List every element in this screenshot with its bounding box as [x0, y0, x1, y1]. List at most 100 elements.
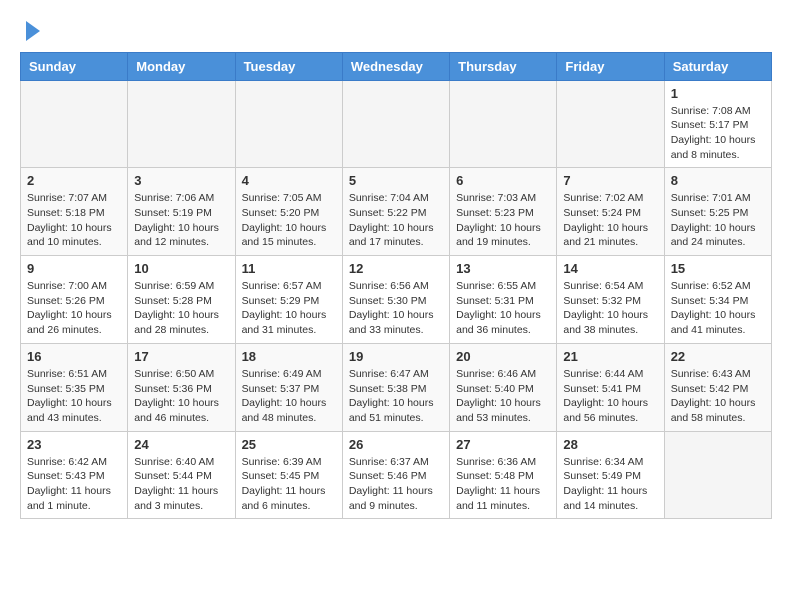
day-info: Sunrise: 6:56 AM Sunset: 5:30 PM Dayligh… [349, 279, 443, 338]
weekday-header-sunday: Sunday [21, 52, 128, 80]
calendar-cell: 18 Sunrise: 6:49 AM Sunset: 5:37 PM Dayli… [235, 343, 342, 431]
day-number: 5 [349, 173, 443, 188]
day-number: 23 [27, 437, 121, 452]
weekday-header-friday: Friday [557, 52, 664, 80]
calendar-cell: 10 Sunrise: 6:59 AM Sunset: 5:28 PM Dayli… [128, 256, 235, 344]
day-info: Sunrise: 7:01 AM Sunset: 5:25 PM Dayligh… [671, 191, 765, 250]
day-info: Sunrise: 7:03 AM Sunset: 5:23 PM Dayligh… [456, 191, 550, 250]
calendar-cell: 8Sunrise: 7:01 AM Sunset: 5:25 PM Daylig… [664, 168, 771, 256]
calendar-cell: 3Sunrise: 7:06 AM Sunset: 5:19 PM Daylig… [128, 168, 235, 256]
calendar-cell: 23 Sunrise: 6:42 AM Sunset: 5:43 PM Dayli… [21, 431, 128, 519]
calendar-cell: 15 Sunrise: 6:52 AM Sunset: 5:34 PM Dayli… [664, 256, 771, 344]
day-number: 26 [349, 437, 443, 452]
day-info: Sunrise: 6:49 AM Sunset: 5:37 PM Dayligh… [242, 367, 336, 426]
day-info: Sunrise: 6:54 AM Sunset: 5:32 PM Dayligh… [563, 279, 657, 338]
day-number: 4 [242, 173, 336, 188]
calendar-cell: 20 Sunrise: 6:46 AM Sunset: 5:40 PM Dayli… [450, 343, 557, 431]
calendar-table: SundayMondayTuesdayWednesdayThursdayFrid… [20, 52, 772, 520]
day-info: Sunrise: 6:43 AM Sunset: 5:42 PM Dayligh… [671, 367, 765, 426]
day-info: Sunrise: 6:47 AM Sunset: 5:38 PM Dayligh… [349, 367, 443, 426]
day-number: 15 [671, 261, 765, 276]
calendar-cell: 28 Sunrise: 6:34 AM Sunset: 5:49 PM Dayli… [557, 431, 664, 519]
calendar-cell: 2 Sunrise: 7:07 AM Sunset: 5:18 PM Daylig… [21, 168, 128, 256]
calendar-cell [235, 80, 342, 168]
day-info: Sunrise: 7:08 AM Sunset: 5:17 PM Dayligh… [671, 104, 765, 163]
day-number: 13 [456, 261, 550, 276]
calendar-cell: 11 Sunrise: 6:57 AM Sunset: 5:29 PM Dayli… [235, 256, 342, 344]
calendar-cell: 19 Sunrise: 6:47 AM Sunset: 5:38 PM Dayli… [342, 343, 449, 431]
calendar-cell: 12 Sunrise: 6:56 AM Sunset: 5:30 PM Dayli… [342, 256, 449, 344]
calendar-week-row: 1 Sunrise: 7:08 AM Sunset: 5:17 PM Daylig… [21, 80, 772, 168]
day-info: Sunrise: 7:00 AM Sunset: 5:26 PM Dayligh… [27, 279, 121, 338]
day-number: 16 [27, 349, 121, 364]
day-number: 14 [563, 261, 657, 276]
calendar-cell: 21 Sunrise: 6:44 AM Sunset: 5:41 PM Dayli… [557, 343, 664, 431]
day-info: Sunrise: 6:34 AM Sunset: 5:49 PM Dayligh… [563, 455, 657, 514]
calendar-cell [557, 80, 664, 168]
day-info: Sunrise: 7:07 AM Sunset: 5:18 PM Dayligh… [27, 191, 121, 250]
day-number: 10 [134, 261, 228, 276]
day-info: Sunrise: 7:06 AM Sunset: 5:19 PM Dayligh… [134, 191, 228, 250]
day-number: 11 [242, 261, 336, 276]
day-info: Sunrise: 6:36 AM Sunset: 5:48 PM Dayligh… [456, 455, 550, 514]
weekday-header-monday: Monday [128, 52, 235, 80]
calendar-cell [21, 80, 128, 168]
calendar-cell: 17 Sunrise: 6:50 AM Sunset: 5:36 PM Dayli… [128, 343, 235, 431]
day-number: 20 [456, 349, 550, 364]
day-info: Sunrise: 6:52 AM Sunset: 5:34 PM Dayligh… [671, 279, 765, 338]
weekday-header-wednesday: Wednesday [342, 52, 449, 80]
day-info: Sunrise: 6:59 AM Sunset: 5:28 PM Dayligh… [134, 279, 228, 338]
day-number: 18 [242, 349, 336, 364]
day-number: 24 [134, 437, 228, 452]
weekday-header-saturday: Saturday [664, 52, 771, 80]
day-number: 28 [563, 437, 657, 452]
day-info: Sunrise: 6:55 AM Sunset: 5:31 PM Dayligh… [456, 279, 550, 338]
day-info: Sunrise: 6:50 AM Sunset: 5:36 PM Dayligh… [134, 367, 228, 426]
day-number: 17 [134, 349, 228, 364]
weekday-header-row: SundayMondayTuesdayWednesdayThursdayFrid… [21, 52, 772, 80]
day-info: Sunrise: 6:39 AM Sunset: 5:45 PM Dayligh… [242, 455, 336, 514]
calendar-cell: 4 Sunrise: 7:05 AM Sunset: 5:20 PM Daylig… [235, 168, 342, 256]
calendar-cell: 25 Sunrise: 6:39 AM Sunset: 5:45 PM Dayli… [235, 431, 342, 519]
calendar-cell: 5Sunrise: 7:04 AM Sunset: 5:22 PM Daylig… [342, 168, 449, 256]
day-info: Sunrise: 6:57 AM Sunset: 5:29 PM Dayligh… [242, 279, 336, 338]
calendar-week-row: 23 Sunrise: 6:42 AM Sunset: 5:43 PM Dayli… [21, 431, 772, 519]
day-number: 2 [27, 173, 121, 188]
calendar-cell: 16 Sunrise: 6:51 AM Sunset: 5:35 PM Dayli… [21, 343, 128, 431]
day-number: 21 [563, 349, 657, 364]
day-number: 25 [242, 437, 336, 452]
weekday-header-tuesday: Tuesday [235, 52, 342, 80]
calendar-cell [450, 80, 557, 168]
calendar-week-row: 9 Sunrise: 7:00 AM Sunset: 5:26 PM Daylig… [21, 256, 772, 344]
day-number: 19 [349, 349, 443, 364]
day-info: Sunrise: 6:46 AM Sunset: 5:40 PM Dayligh… [456, 367, 550, 426]
calendar-cell [664, 431, 771, 519]
calendar-cell: 7 Sunrise: 7:02 AM Sunset: 5:24 PM Daylig… [557, 168, 664, 256]
calendar-cell: 22 Sunrise: 6:43 AM Sunset: 5:42 PM Dayli… [664, 343, 771, 431]
day-info: Sunrise: 6:40 AM Sunset: 5:44 PM Dayligh… [134, 455, 228, 514]
calendar-cell [128, 80, 235, 168]
logo-arrow-icon [26, 21, 40, 41]
day-number: 9 [27, 261, 121, 276]
day-info: Sunrise: 7:05 AM Sunset: 5:20 PM Dayligh… [242, 191, 336, 250]
calendar-cell [342, 80, 449, 168]
day-info: Sunrise: 6:37 AM Sunset: 5:46 PM Dayligh… [349, 455, 443, 514]
calendar-cell: 6 Sunrise: 7:03 AM Sunset: 5:23 PM Daylig… [450, 168, 557, 256]
day-info: Sunrise: 6:51 AM Sunset: 5:35 PM Dayligh… [27, 367, 121, 426]
day-number: 7 [563, 173, 657, 188]
weekday-header-thursday: Thursday [450, 52, 557, 80]
calendar-week-row: 2 Sunrise: 7:07 AM Sunset: 5:18 PM Daylig… [21, 168, 772, 256]
day-number: 22 [671, 349, 765, 364]
day-info: Sunrise: 6:42 AM Sunset: 5:43 PM Dayligh… [27, 455, 121, 514]
logo [20, 20, 40, 42]
day-number: 6 [456, 173, 550, 188]
calendar-cell: 1 Sunrise: 7:08 AM Sunset: 5:17 PM Daylig… [664, 80, 771, 168]
day-info: Sunrise: 7:02 AM Sunset: 5:24 PM Dayligh… [563, 191, 657, 250]
calendar-cell: 9 Sunrise: 7:00 AM Sunset: 5:26 PM Daylig… [21, 256, 128, 344]
day-number: 12 [349, 261, 443, 276]
day-info: Sunrise: 6:44 AM Sunset: 5:41 PM Dayligh… [563, 367, 657, 426]
calendar-cell: 27 Sunrise: 6:36 AM Sunset: 5:48 PM Dayli… [450, 431, 557, 519]
day-number: 27 [456, 437, 550, 452]
day-number: 1 [671, 86, 765, 101]
page-header [20, 20, 772, 42]
